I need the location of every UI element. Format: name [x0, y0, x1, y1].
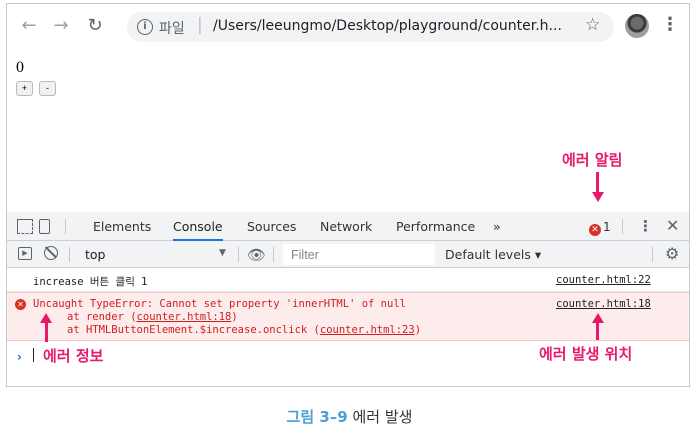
annotation-arrow: [44, 322, 48, 342]
stack-link[interactable]: counter.html:18: [137, 311, 232, 323]
console-log-row: increase 버튼 클릭 1 counter.html:22: [7, 268, 689, 292]
console-prompt-icon[interactable]: ›: [17, 350, 22, 364]
star-icon[interactable]: ☆: [585, 15, 600, 35]
figure-number: 그림 3–9: [286, 408, 348, 426]
context-value: top: [85, 247, 106, 262]
url-text[interactable]: /Users/leeungmo/Desktop/playground/count…: [213, 18, 562, 34]
tab-console[interactable]: Console: [173, 212, 223, 241]
menu-icon[interactable]: ⋮: [661, 14, 679, 35]
address-bar-area: ← → ↻ i 파일 | /Users/leeungmo/Desktop/pla…: [7, 4, 689, 48]
omnibox[interactable]: i 파일 | /Users/leeungmo/Desktop/playgroun…: [127, 12, 614, 42]
gear-icon[interactable]: ⚙: [665, 244, 679, 263]
tab-performance[interactable]: Performance: [396, 212, 475, 241]
device-toolbar-icon[interactable]: [39, 219, 50, 234]
tab-divider: [622, 219, 623, 234]
dropdown-arrow-icon: ▼: [219, 248, 226, 258]
log-levels-dropdown[interactable]: Default levels ▾: [445, 247, 541, 262]
console-error-row: ✕ Uncaught TypeError: Cannot set propert…: [7, 292, 689, 341]
increase-button[interactable]: +: [16, 81, 33, 96]
url-scheme-label: 파일: [159, 21, 185, 37]
more-tabs-button[interactable]: »: [493, 212, 501, 241]
eye-icon[interactable]: 👁: [247, 246, 266, 264]
tab-divider: [65, 219, 66, 234]
clear-console-icon[interactable]: [44, 246, 58, 260]
page-content: 0 + -: [7, 48, 689, 212]
reload-icon[interactable]: ↻: [83, 14, 107, 38]
toolbar-divider: [69, 247, 70, 262]
browser-window: ← → ↻ i 파일 | /Users/leeungmo/Desktop/pla…: [6, 3, 690, 387]
url-separator: |: [197, 15, 203, 35]
stack-frame: at HTMLButtonElement.$increase.onclick (…: [67, 324, 422, 336]
back-icon[interactable]: ←: [17, 14, 41, 38]
error-icon: ✕: [15, 299, 26, 310]
context-select[interactable]: top ▼: [79, 241, 239, 268]
error-count-badge[interactable]: ✕ 1: [589, 220, 611, 236]
console-output: increase 버튼 클릭 1 counter.html:22 ✕ Uncau…: [7, 268, 689, 386]
forward-icon[interactable]: →: [49, 14, 73, 38]
annotation-arrow: [596, 322, 599, 340]
console-toolbar: ▶ top ▼ 👁 Default levels ▾ ⚙: [7, 241, 689, 268]
toolbar-divider: [273, 247, 274, 262]
log-message: increase 버튼 클릭 1: [33, 276, 148, 288]
error-message: Uncaught TypeError: Cannot set property …: [33, 298, 406, 310]
devtools-tabbar: Elements Console Sources Network Perform…: [7, 212, 689, 241]
stack-link[interactable]: counter.html:23: [320, 324, 415, 336]
stack-frame: at render (counter.html:18): [67, 311, 238, 323]
toolbar-divider: [238, 247, 239, 262]
figure-caption-text: 에러 발생: [352, 408, 413, 426]
annotation-arrow-head: [591, 192, 604, 202]
annotation-error-alert: 에러 알림: [562, 151, 623, 169]
figure-caption: 그림 3–9 에러 발생: [0, 406, 699, 427]
error-count: 1: [603, 220, 611, 234]
devtools-menu-icon[interactable]: ⋮: [638, 217, 653, 235]
tab-network[interactable]: Network: [320, 212, 372, 241]
tab-sources[interactable]: Sources: [247, 212, 296, 241]
filter-input[interactable]: [283, 244, 435, 265]
annotation-error-info: 에러 정보: [43, 347, 104, 365]
profile-avatar[interactable]: [625, 14, 649, 38]
annotation-error-location: 에러 발생 위치: [539, 345, 633, 363]
error-dot-icon: ✕: [589, 224, 601, 236]
error-source-link[interactable]: counter.html:18: [556, 298, 651, 310]
log-source-link[interactable]: counter.html:22: [556, 274, 651, 286]
info-icon[interactable]: i: [137, 19, 153, 35]
decrease-button[interactable]: -: [39, 81, 56, 96]
tab-elements[interactable]: Elements: [93, 212, 151, 241]
inspect-element-icon[interactable]: [17, 219, 33, 234]
close-icon[interactable]: ✕: [666, 216, 679, 235]
annotation-arrow: [596, 172, 599, 194]
sidebar-toggle-icon[interactable]: ▶: [18, 247, 32, 260]
toolbar-divider: [652, 247, 653, 262]
console-cursor[interactable]: [33, 348, 34, 362]
counter-value: 0: [16, 59, 24, 76]
